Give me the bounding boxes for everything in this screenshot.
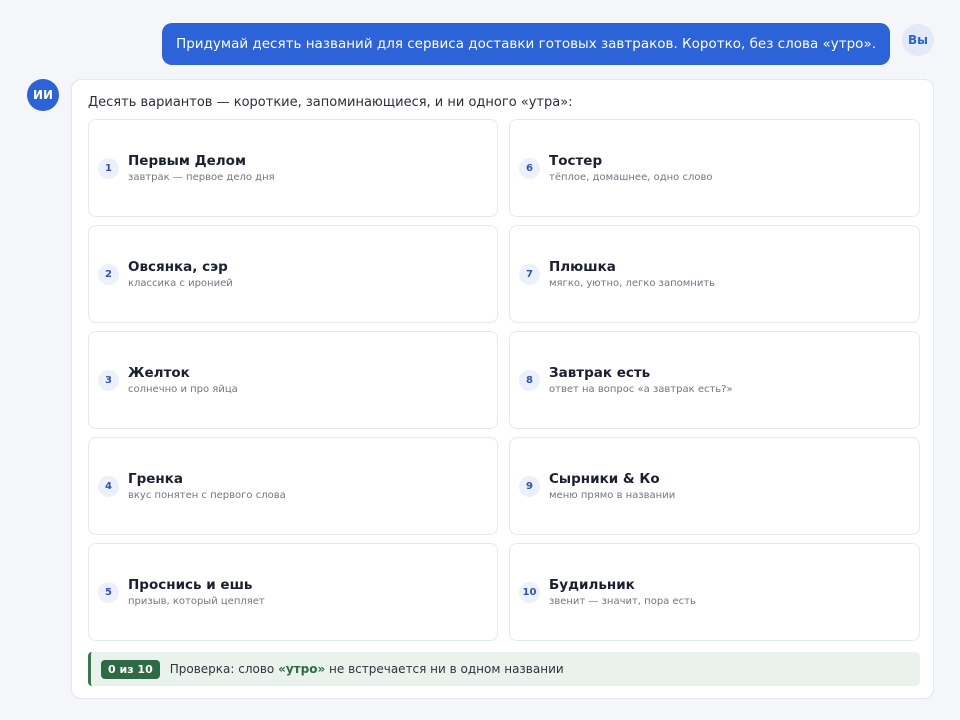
option-card-8: 8 Завтрак есть ответ на вопрос «а завтра… bbox=[509, 331, 920, 429]
option-description: мягко, уютно, легко запомнить bbox=[549, 278, 716, 289]
option-title: Гренка bbox=[128, 471, 184, 487]
verification-word: «утро» bbox=[278, 662, 326, 676]
option-card-3: 3 Желток солнечно и про яйца bbox=[88, 331, 498, 429]
option-title: Желток bbox=[128, 365, 190, 381]
option-description: солнечно и про яйца bbox=[128, 384, 238, 395]
option-number: 9 bbox=[519, 476, 540, 497]
option-title: Проснись и ешь bbox=[128, 577, 253, 593]
option-number: 8 bbox=[519, 370, 540, 391]
option-title: Плюшка bbox=[549, 259, 616, 275]
assistant-intro-text: Десять вариантов — короткие, запоминающи… bbox=[88, 95, 573, 110]
option-title: Будильник bbox=[549, 577, 635, 593]
option-card-7: 7 Плюшка мягко, уютно, легко запомнить bbox=[509, 225, 920, 323]
option-title: Овсянка, сэр bbox=[128, 259, 228, 275]
verification-bar: 0 из 10 Проверка: слово «утро» не встреч… bbox=[88, 652, 920, 686]
option-number: 6 bbox=[519, 158, 540, 179]
option-title: Сырники & Ко bbox=[549, 471, 660, 487]
option-card-6: 6 Тостер тёплое, домашнее, одно слово bbox=[509, 119, 920, 217]
option-description: звенит — значит, пора есть bbox=[549, 596, 696, 607]
name-options-grid: 1 Первым Делом завтрак — первое дело дня… bbox=[88, 119, 920, 641]
option-card-2: 2 Овсянка, сэр классика с иронией bbox=[88, 225, 498, 323]
option-number: 10 bbox=[519, 582, 540, 603]
assistant-avatar: ИИ bbox=[27, 79, 59, 111]
option-number: 4 bbox=[98, 476, 119, 497]
option-description: призыв, который цепляет bbox=[128, 596, 265, 607]
verification-text: Проверка: слово «утро» не встречается ни… bbox=[170, 662, 564, 676]
user-avatar: Вы bbox=[902, 24, 934, 56]
option-title: Завтрак есть bbox=[549, 365, 651, 381]
user-message-bubble: Придумай десять названий для сервиса дос… bbox=[162, 23, 890, 65]
verification-count-badge: 0 из 10 bbox=[101, 659, 160, 679]
option-card-4: 4 Гренка вкус понятен с первого слова bbox=[88, 437, 498, 535]
option-description: тёплое, домашнее, одно слово bbox=[549, 172, 713, 183]
option-number: 7 bbox=[519, 264, 540, 285]
verification-suffix: не встречается ни в одном названии bbox=[325, 662, 564, 676]
option-description: завтрак — первое дело дня bbox=[128, 172, 275, 183]
option-card-9: 9 Сырники & Ко меню прямо в названии bbox=[509, 437, 920, 535]
assistant-message-card: Десять вариантов — короткие, запоминающи… bbox=[71, 79, 934, 699]
option-number: 2 bbox=[98, 264, 119, 285]
verification-prefix: Проверка: слово bbox=[169, 662, 279, 676]
option-card-1: 1 Первым Делом завтрак — первое дело дня bbox=[88, 119, 498, 217]
option-description: ответ на вопрос «а завтрак есть?» bbox=[549, 384, 733, 395]
option-title: Первым Делом bbox=[128, 153, 246, 169]
option-description: классика с иронией bbox=[128, 278, 233, 289]
option-number: 1 bbox=[98, 158, 119, 179]
user-message-row: Придумай десять названий для сервиса дос… bbox=[0, 0, 960, 80]
option-card-10: 10 Будильник звенит — значит, пора есть bbox=[509, 543, 920, 641]
option-description: вкус понятен с первого слова bbox=[128, 490, 286, 501]
option-card-5: 5 Проснись и ешь призыв, который цепляет bbox=[88, 543, 498, 641]
option-number: 3 bbox=[98, 370, 119, 391]
option-number: 5 bbox=[98, 582, 119, 603]
option-title: Тостер bbox=[549, 153, 603, 169]
option-description: меню прямо в названии bbox=[549, 490, 676, 501]
